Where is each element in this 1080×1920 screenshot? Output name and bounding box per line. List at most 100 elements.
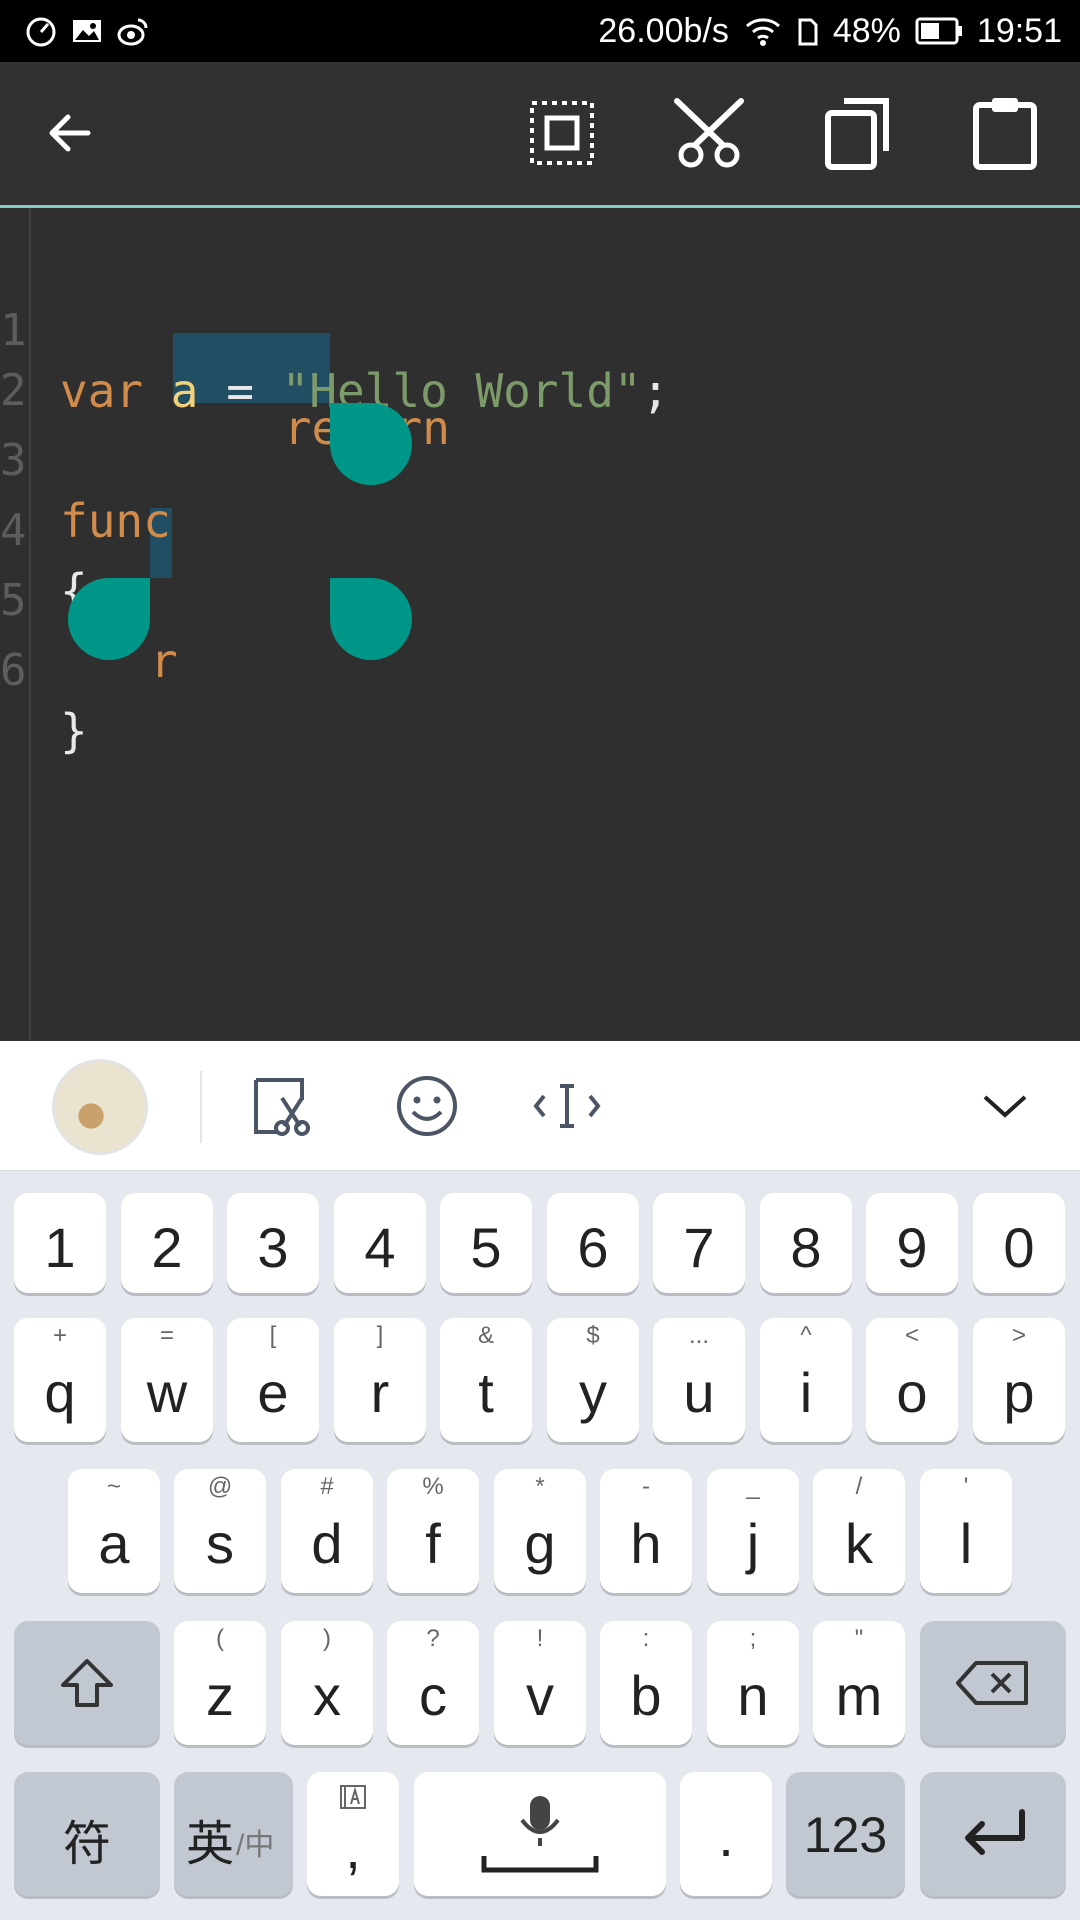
cut-button[interactable] bbox=[666, 90, 752, 176]
cut-icon bbox=[674, 98, 744, 168]
status-right: 26.00b/s 48% 19:51 bbox=[598, 0, 1062, 62]
collapse-chevron-icon bbox=[983, 1095, 1027, 1118]
status-bar: 26.00b/s 48% 19:51 bbox=[0, 0, 1080, 62]
key-z[interactable]: (z bbox=[174, 1621, 266, 1745]
key-k[interactable]: / k bbox=[813, 1469, 905, 1593]
code-text: } bbox=[60, 704, 88, 758]
key-y[interactable]: $ y bbox=[547, 1318, 639, 1442]
key-1[interactable]: 1 bbox=[14, 1193, 106, 1293]
autocomplete-item[interactable]: return bbox=[173, 338, 450, 455]
key-b[interactable]: :b bbox=[600, 1621, 692, 1745]
paste-button[interactable] bbox=[962, 90, 1048, 176]
code-line-3[interactable]: 3 func bbox=[0, 371, 171, 548]
timer-icon bbox=[26, 17, 56, 47]
key-5[interactable]: 5 bbox=[440, 1193, 532, 1293]
backspace-key[interactable] bbox=[920, 1621, 1066, 1745]
paste-icon bbox=[973, 98, 1037, 170]
code-line-4[interactable]: 4 { bbox=[0, 441, 111, 618]
battery-percent: 48% bbox=[832, 11, 901, 50]
battery-icon bbox=[915, 17, 962, 45]
cursor-icon bbox=[533, 1084, 601, 1128]
key-0[interactable]: 0 bbox=[973, 1193, 1065, 1293]
key-q[interactable]: + q bbox=[14, 1318, 106, 1442]
selection-start-handle[interactable] bbox=[68, 578, 150, 660]
key-8[interactable]: 8 bbox=[760, 1193, 852, 1293]
select-all-icon bbox=[530, 101, 594, 165]
toolbar-divider bbox=[200, 1071, 202, 1143]
key-s[interactable]: @ s bbox=[174, 1469, 266, 1593]
emoji-icon bbox=[397, 1076, 457, 1136]
cursor-button[interactable] bbox=[522, 1061, 612, 1151]
key-i[interactable]: ^ i bbox=[760, 1318, 852, 1442]
key-w[interactable]: = w bbox=[121, 1318, 213, 1442]
key-l[interactable]: ' l bbox=[920, 1469, 1012, 1593]
keyboard-mode-icon bbox=[340, 1785, 366, 1809]
key-d[interactable]: # d bbox=[281, 1469, 373, 1593]
code-line-5[interactable]: 5 r bbox=[0, 511, 178, 688]
key-u[interactable]: ... u bbox=[653, 1318, 745, 1442]
key-r[interactable]: ] r bbox=[334, 1318, 426, 1442]
selected-text: r bbox=[150, 634, 178, 688]
line-number: 6 bbox=[0, 645, 27, 696]
key-t[interactable]: & t bbox=[440, 1318, 532, 1442]
key-v[interactable]: ! v bbox=[494, 1621, 586, 1745]
key-g[interactable]: * g bbox=[494, 1469, 586, 1593]
lang-sub-label: /中 bbox=[236, 1829, 275, 1862]
back-arrow-icon bbox=[49, 114, 91, 152]
key-6[interactable]: 6 bbox=[547, 1193, 639, 1293]
key-e[interactable]: [e bbox=[227, 1318, 319, 1442]
key-4[interactable]: 4 bbox=[334, 1193, 426, 1293]
select-all-button[interactable] bbox=[519, 90, 605, 176]
emoji-button[interactable] bbox=[382, 1061, 472, 1151]
language-switch-key[interactable]: 英 /中 bbox=[174, 1772, 293, 1896]
clipboard-cut-icon bbox=[254, 1078, 310, 1136]
microphone-icon bbox=[481, 1796, 599, 1873]
backspace-icon bbox=[956, 1661, 1028, 1705]
copy-button[interactable] bbox=[816, 90, 902, 176]
key-9[interactable]: 9 bbox=[866, 1193, 958, 1293]
key-c[interactable]: ? c bbox=[387, 1621, 479, 1745]
clock: 19:51 bbox=[976, 11, 1062, 50]
soft-keyboard: 1 2 3 4 5 6 7 8 9 0 + q = w [e ] r & t $ y ..… bbox=[0, 1171, 1080, 1920]
shift-icon bbox=[61, 1659, 113, 1707]
enter-icon bbox=[965, 1809, 1025, 1855]
sim-icon bbox=[798, 18, 818, 46]
enter-key[interactable] bbox=[920, 1772, 1066, 1896]
image-icon bbox=[73, 20, 101, 42]
lang-main-label: 英 bbox=[186, 1818, 235, 1871]
action-bar bbox=[0, 62, 1080, 210]
clipboard-button[interactable] bbox=[240, 1061, 330, 1151]
code-line-1[interactable]: 1 var a = "Hello World"; bbox=[0, 241, 669, 418]
selection-end-handle[interactable] bbox=[330, 578, 412, 660]
shift-key[interactable] bbox=[14, 1621, 160, 1745]
key-m[interactable]: " m bbox=[813, 1621, 905, 1745]
symbols-key[interactable]: 符 bbox=[14, 1772, 160, 1896]
key-a[interactable]: ~ a bbox=[68, 1469, 160, 1593]
code-line-2[interactable]: 2 bbox=[0, 301, 111, 416]
numbers-key[interactable]: 123 bbox=[786, 1772, 905, 1896]
key-7[interactable]: 7 bbox=[653, 1193, 745, 1293]
copy-icon bbox=[825, 98, 889, 170]
comma-key[interactable]: , bbox=[307, 1772, 399, 1896]
skin-avatar[interactable] bbox=[52, 1059, 148, 1155]
space-key[interactable] bbox=[414, 1772, 666, 1896]
code-editor[interactable]: 1 var a = "Hello World"; 2 return 3 func… bbox=[0, 208, 1080, 1041]
key-j[interactable]: _ j bbox=[707, 1469, 799, 1593]
weibo-icon bbox=[117, 18, 148, 46]
key-x[interactable]: ) x bbox=[281, 1621, 373, 1745]
status-left-icons bbox=[24, 0, 150, 62]
back-button[interactable] bbox=[26, 90, 112, 176]
key-h[interactable]: -h bbox=[600, 1469, 692, 1593]
collapse-keyboard-button[interactable] bbox=[960, 1061, 1050, 1151]
wifi-icon bbox=[745, 18, 780, 46]
key-p[interactable]: > p bbox=[973, 1318, 1065, 1442]
network-speed: 26.00b/s bbox=[598, 11, 729, 50]
period-key[interactable]: . bbox=[680, 1772, 772, 1896]
key-f[interactable]: % f bbox=[387, 1469, 479, 1593]
key-3[interactable]: 3 bbox=[227, 1193, 319, 1293]
key-n[interactable]: ; n bbox=[707, 1621, 799, 1745]
keyboard-toolbar bbox=[0, 1041, 1080, 1171]
autocomplete-handle[interactable] bbox=[330, 403, 412, 485]
key-2[interactable]: 2 bbox=[121, 1193, 213, 1293]
key-o[interactable]: < o bbox=[866, 1318, 958, 1442]
